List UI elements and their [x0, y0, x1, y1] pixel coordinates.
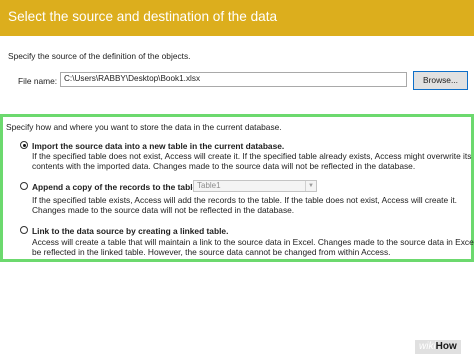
- dialog-footer-area: [0, 262, 474, 355]
- option-link-desc-line2: be reflected in the linked table. Howeve…: [32, 247, 391, 257]
- option-append-label[interactable]: Append a copy of the records to the tabl…: [32, 182, 200, 192]
- header-title: Select the source and destination of the…: [8, 9, 278, 24]
- file-name-label: File name:: [18, 76, 58, 86]
- radio-import[interactable]: [20, 141, 28, 149]
- wikihow-watermark: wikiHow: [415, 340, 461, 354]
- option-append-desc-line2: Changes made to the source data will not…: [32, 205, 295, 215]
- browse-button[interactable]: Browse...: [413, 71, 468, 90]
- option-link-desc-line1: Access will create a table that will mai…: [32, 237, 474, 247]
- option-append-desc-line1: If the specified table exists, Access wi…: [32, 195, 458, 205]
- option-import-desc-line2: contents with the imported data. Changes…: [32, 161, 416, 171]
- append-table-select[interactable]: Table1 ▼: [193, 180, 317, 192]
- source-section: Specify the source of the definition of …: [0, 36, 474, 111]
- storage-heading: Specify how and where you want to store …: [6, 122, 282, 132]
- radio-link[interactable]: [20, 226, 28, 234]
- option-import-desc-line1: If the specified table does not exist, A…: [32, 151, 472, 161]
- dialog-header: Select the source and destination of the…: [0, 0, 474, 36]
- file-name-input[interactable]: C:\Users\RABBY\Desktop\Book1.xlsx: [60, 72, 407, 87]
- option-import-label[interactable]: Import the source data into a new table …: [32, 141, 284, 151]
- chevron-down-icon[interactable]: ▼: [305, 181, 316, 191]
- option-link-label[interactable]: Link to the data source by creating a li…: [32, 226, 228, 236]
- append-table-value: Table1: [197, 181, 221, 190]
- radio-append[interactable]: [20, 182, 28, 190]
- source-spec-label: Specify the source of the definition of …: [8, 51, 191, 61]
